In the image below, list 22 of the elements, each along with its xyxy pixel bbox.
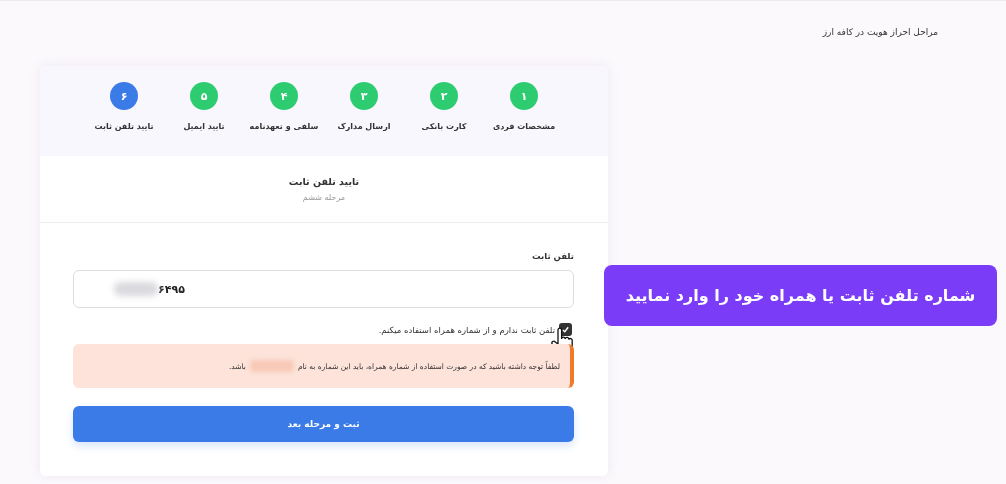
step-number[interactable]: ۳: [350, 82, 378, 110]
step-number[interactable]: ۵: [190, 82, 218, 110]
step-label: مشخصات فردی: [492, 122, 556, 131]
section-title: تایید تلفن ثابت: [288, 176, 360, 187]
step-number[interactable]: ۴: [270, 82, 298, 110]
section-subtitle: مرحله ششم: [302, 193, 346, 202]
phone-input-field[interactable]: ۶۴۹۵: [73, 270, 574, 308]
step-number[interactable]: ۲: [430, 82, 458, 110]
step-label: تایید ایمیل: [183, 122, 225, 131]
step-label: سلفی و تعهدنامه: [249, 122, 319, 131]
step-number[interactable]: ۱: [510, 82, 538, 110]
step-label: ارسال مدارک: [337, 122, 391, 131]
caption-banner: شماره تلفن ثابت یا همراه خود را وارد نمایید: [604, 265, 997, 326]
submit-button[interactable]: ثبت و مرحله بعد: [73, 406, 574, 442]
step-label: تایید تلفن ثابت: [94, 122, 154, 131]
blurred-name: [249, 360, 294, 372]
field-label: تلفن ثابت: [532, 251, 574, 261]
checkbox-label: تلفن ثابت ندارم و از شماره همراه استفاده میکنم.: [378, 324, 555, 335]
step-label: کارت بانکی: [421, 122, 467, 131]
page-title: مراحل احراز هویت در کافه ارز: [822, 27, 938, 39]
step-number[interactable]: ۶: [110, 82, 138, 110]
check-icon: [561, 325, 570, 334]
